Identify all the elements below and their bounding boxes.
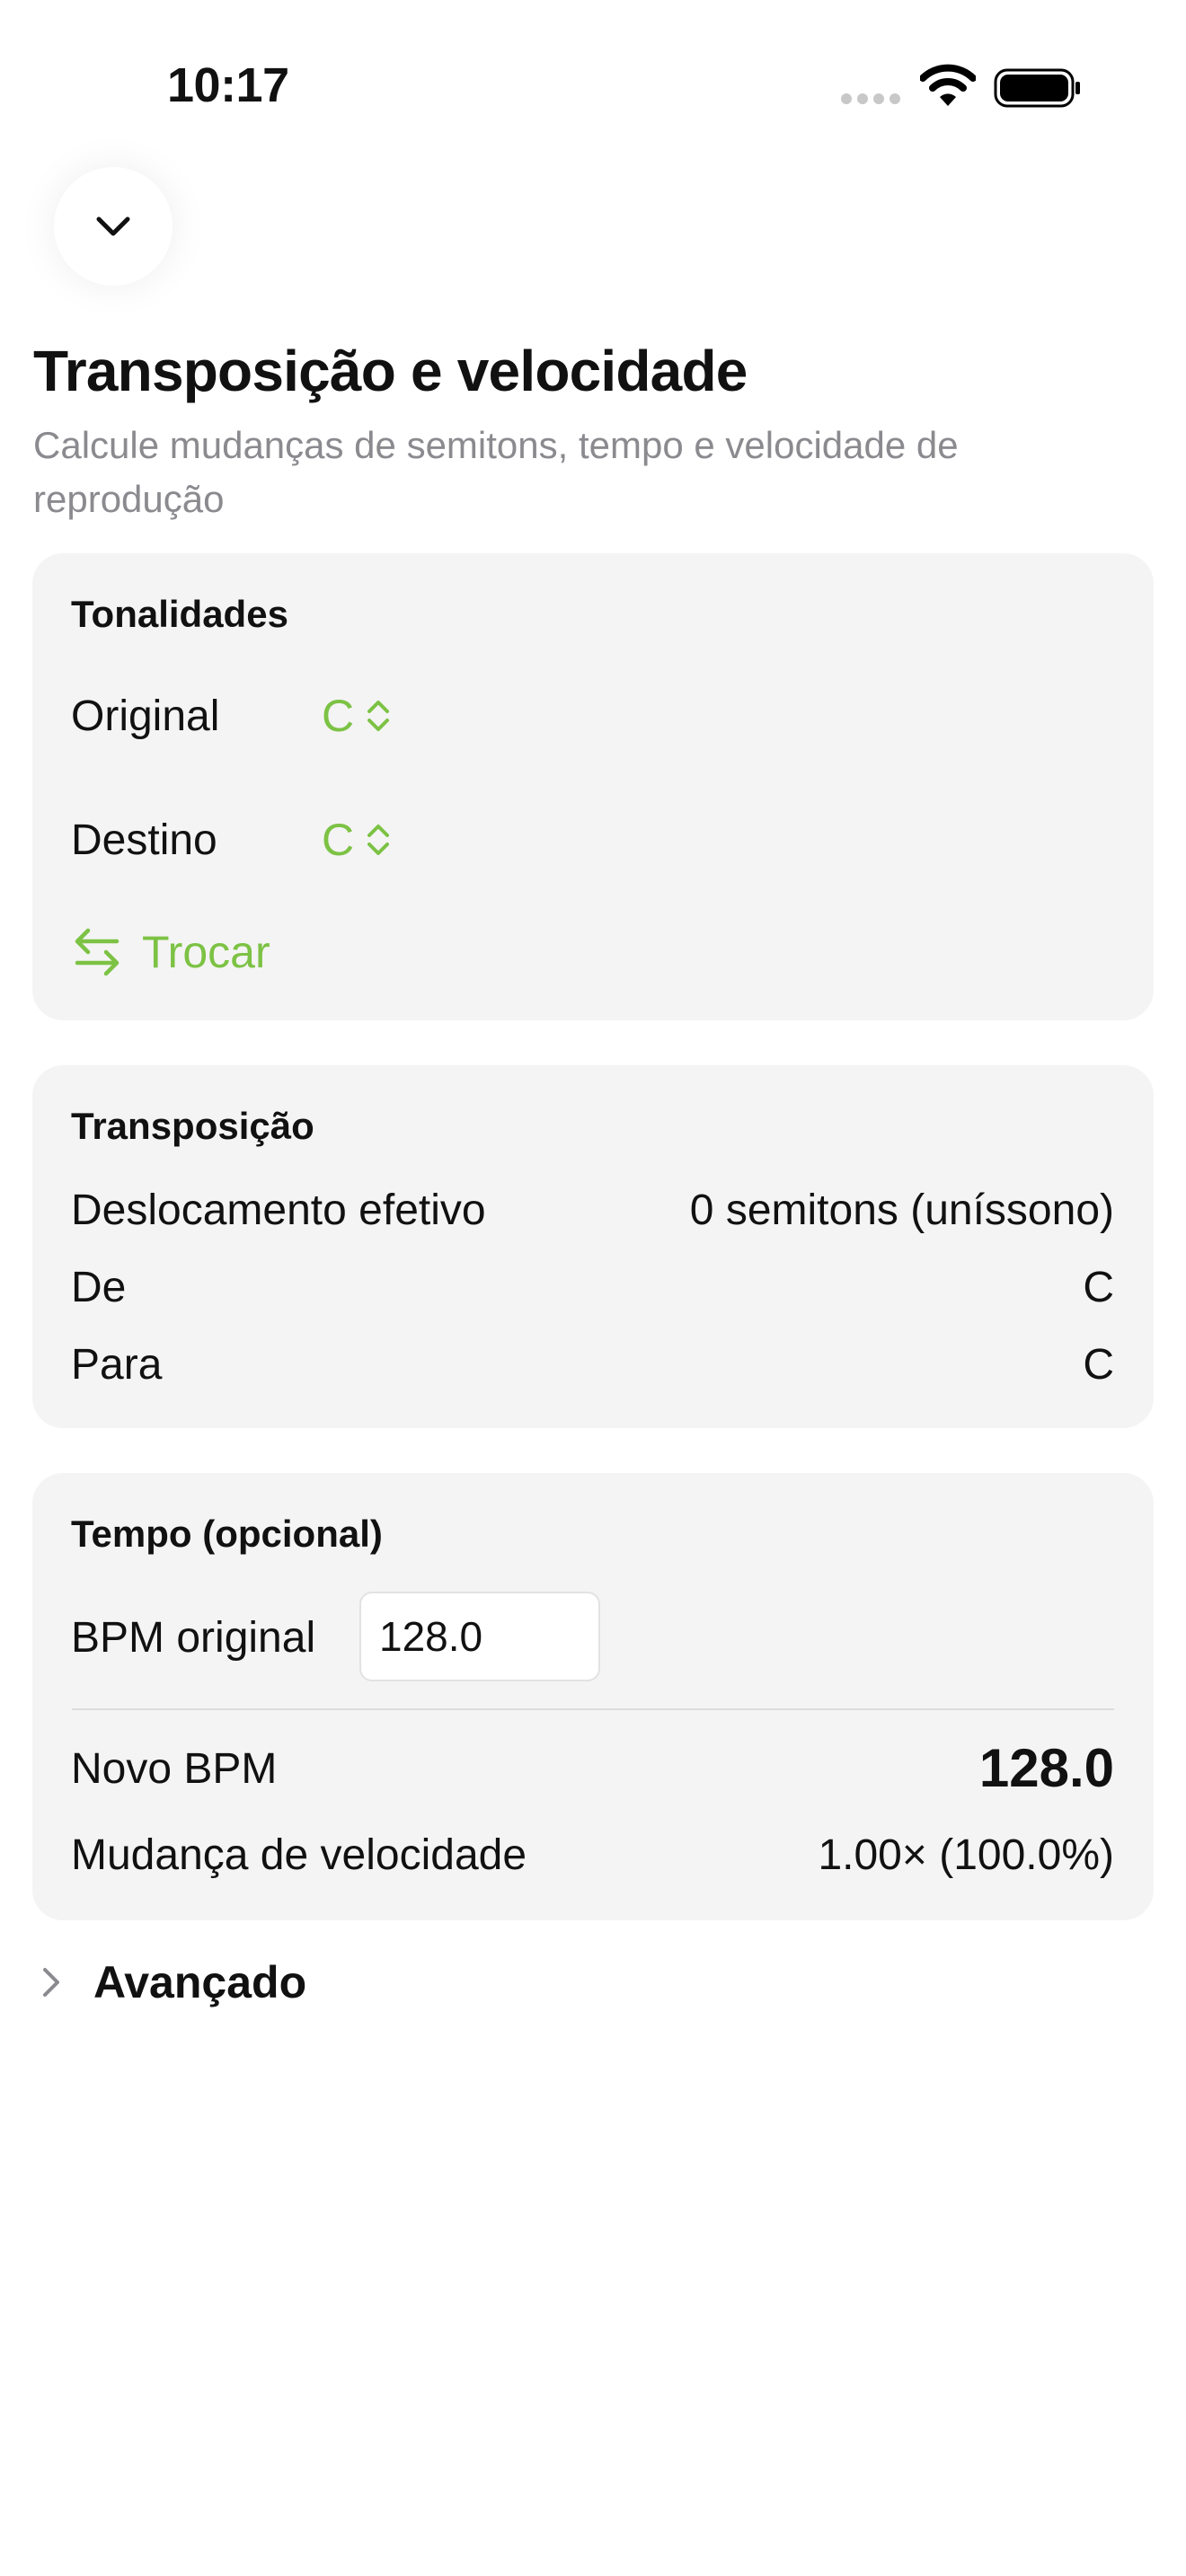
shift-label: Deslocamento efetivo [71, 1187, 486, 1234]
transposition-card: Transposição Deslocamento efetivo 0 semi… [32, 1065, 1154, 1428]
chevron-down-icon [96, 216, 130, 236]
status-time: 10:17 [167, 58, 289, 112]
battery-icon [994, 68, 1082, 108]
keys-card-title: Tonalidades [71, 593, 288, 635]
from-label: De [71, 1264, 127, 1311]
speed-label: Mudança de velocidade [71, 1831, 527, 1879]
from-value: C [1083, 1264, 1114, 1311]
swap-button[interactable]: Trocar [72, 925, 270, 979]
wifi-icon [919, 63, 977, 108]
chevron-up-down-icon [367, 701, 390, 731]
target-key-label: Destino [71, 816, 217, 864]
swap-arrows-icon [75, 928, 119, 976]
bpm-input[interactable] [359, 1592, 600, 1681]
chevron-up-down-icon [367, 825, 390, 855]
dismiss-button[interactable] [54, 167, 173, 286]
shift-value: 0 semitons (uníssono) [689, 1187, 1114, 1234]
page-subtitle: Calcule mudanças de semitons, tempo e ve… [33, 424, 959, 520]
chevron-right-icon [43, 1968, 59, 1997]
target-key-value: C [322, 815, 355, 865]
original-key-label: Original [71, 693, 220, 740]
new-bpm-label: Novo BPM [71, 1745, 278, 1793]
page-title: Transposição e velocidade [33, 339, 748, 403]
target-key-picker[interactable]: C [322, 814, 392, 866]
tempo-card-title: Tempo (opcional) [71, 1513, 383, 1555]
original-key-picker[interactable]: C [322, 690, 392, 742]
divider [72, 1708, 1114, 1710]
cellular-signal-icon [841, 93, 902, 104]
swap-label: Trocar [142, 927, 270, 977]
advanced-label: Avançado [93, 1957, 307, 2007]
to-value: C [1083, 1341, 1114, 1389]
new-bpm-value: 128.0 [978, 1738, 1114, 1798]
speed-value: 1.00× (100.0%) [818, 1831, 1114, 1879]
bpm-label: BPM original [71, 1614, 316, 1662]
tempo-card: Tempo (opcional) BPM original Novo BPM 1… [32, 1473, 1154, 1920]
keys-card: Tonalidades Original C Destino C Trocar [32, 553, 1154, 1020]
to-label: Para [71, 1341, 163, 1389]
transposition-card-title: Transposição [71, 1105, 314, 1147]
original-key-value: C [322, 691, 355, 741]
advanced-disclosure[interactable]: Avançado [41, 1956, 306, 2008]
